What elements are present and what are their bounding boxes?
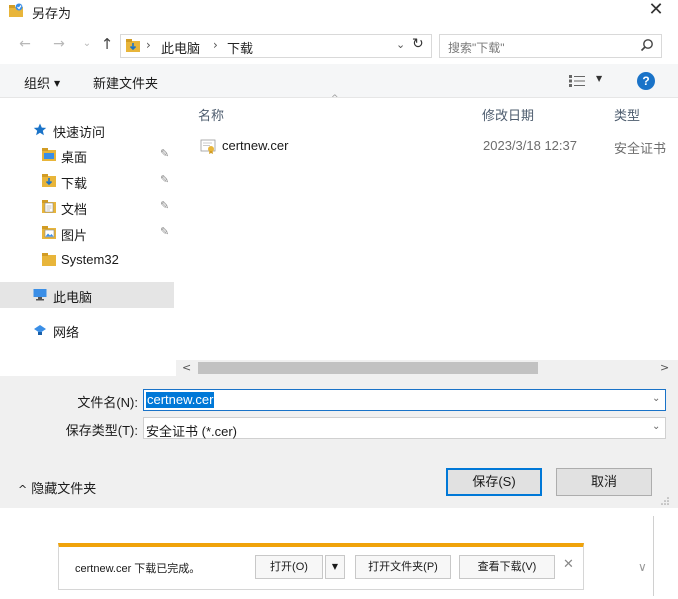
- organize-menu-button[interactable]: 组织 ▼: [24, 73, 60, 92]
- filetype-dropdown-icon[interactable]: ⌄: [652, 421, 660, 432]
- filetype-select[interactable]: 安全证书 (*.cer) ⌄: [143, 417, 666, 439]
- close-icon[interactable]: ✕: [563, 557, 574, 572]
- filename-field[interactable]: certnew.cer ⌄: [143, 389, 666, 411]
- sidebar-item-system32[interactable]: System32: [0, 247, 174, 273]
- scroll-left-icon[interactable]: <: [182, 360, 191, 376]
- save-as-icon: [9, 3, 23, 17]
- pin-icon[interactable]: ✎: [160, 147, 169, 160]
- star-icon: [33, 123, 47, 136]
- file-list: 名称 ^ 修改日期 类型 certnew.cer 2023/3/18 12:37…: [176, 94, 678, 360]
- search-input[interactable]: 搜索"下载": [439, 34, 662, 58]
- view-downloads-button[interactable]: 查看下载(V): [459, 555, 555, 579]
- save-button[interactable]: 保存(S): [446, 468, 542, 496]
- chevron-up-icon: ^: [18, 483, 28, 496]
- filename-dropdown-icon[interactable]: ⌄: [652, 393, 660, 404]
- sidebar-item-pictures[interactable]: 图片 ✎: [0, 220, 174, 246]
- view-options-icon[interactable]: [568, 74, 586, 88]
- breadcrumb-chevron-icon: ›: [213, 38, 218, 52]
- filetype-value: 安全证书 (*.cer): [146, 424, 238, 439]
- column-header-name[interactable]: 名称: [198, 105, 224, 124]
- scroll-right-icon[interactable]: >: [660, 360, 669, 376]
- desktop-folder-icon: [42, 148, 56, 161]
- filetype-label: 保存类型(T):: [65, 423, 138, 438]
- hide-folders-toggle[interactable]: ^ 隐藏文件夹: [18, 478, 96, 497]
- chevron-down-icon[interactable]: ∨: [638, 560, 647, 574]
- up-button[interactable]: ↑: [98, 35, 116, 53]
- file-row[interactable]: certnew.cer 2023/3/18 12:37 安全证书: [196, 136, 678, 158]
- command-toolbar: 组织 ▼ 新建文件夹 ▼ ?: [0, 64, 678, 98]
- sidebar-item-label: 文档: [61, 202, 88, 217]
- file-type: 安全证书: [614, 141, 667, 156]
- back-button[interactable]: ←: [16, 35, 34, 53]
- breadcrumb-downloads[interactable]: 下载: [227, 38, 253, 57]
- sidebar-item-desktop[interactable]: 桌面 ✎: [0, 142, 174, 168]
- horizontal-scrollbar[interactable]: < >: [176, 360, 678, 376]
- pin-icon[interactable]: ✎: [160, 225, 169, 238]
- refresh-icon[interactable]: ↻: [412, 36, 424, 52]
- search-placeholder: 搜索"下载": [448, 41, 505, 55]
- file-name: certnew.cer: [222, 138, 289, 153]
- breadcrumb-this-pc[interactable]: 此电脑: [161, 38, 200, 57]
- sidebar-item-this-pc[interactable]: 此电脑: [0, 282, 174, 308]
- help-button[interactable]: ?: [637, 72, 655, 90]
- folder-icon: [42, 253, 56, 266]
- resize-grip-icon[interactable]: [660, 496, 670, 506]
- sidebar-item-label: 此电脑: [53, 290, 93, 305]
- sidebar-item-quick-access[interactable]: 快速访问: [0, 117, 174, 143]
- column-header-type[interactable]: 类型: [614, 105, 640, 124]
- downloads-folder-icon: [126, 39, 140, 52]
- download-message: certnew.cer 下载已完成。: [75, 563, 201, 575]
- sidebar-item-downloads[interactable]: 下载 ✎: [0, 168, 174, 194]
- new-folder-button[interactable]: 新建文件夹: [93, 73, 158, 92]
- sidebar-item-label: 桌面: [61, 150, 88, 165]
- divider: [653, 516, 654, 596]
- filename-value: certnew.cer: [146, 392, 215, 408]
- filename-label: 文件名(N):: [77, 395, 138, 410]
- downloads-folder-icon: [42, 174, 56, 187]
- sidebar-item-label: 图片: [61, 228, 88, 243]
- pin-icon[interactable]: ✎: [160, 173, 169, 186]
- cancel-button[interactable]: 取消: [556, 468, 652, 496]
- scrollbar-thumb[interactable]: [198, 362, 538, 374]
- breadcrumb-chevron-icon: ›: [146, 38, 151, 52]
- documents-folder-icon: [42, 200, 56, 213]
- navigation-pane: 快速访问 桌面 ✎ 下载 ✎ 文档 ✎ 图片 ✎ System32 此电脑 网络: [0, 98, 176, 374]
- caret-down-icon: ▼: [54, 79, 61, 88]
- recent-locations-button[interactable]: ⌄: [78, 35, 96, 53]
- download-notification-bar: certnew.cer 下载已完成。 打开(O) ▼ 打开文件夹(P) 查看下载…: [58, 543, 584, 590]
- sidebar-item-network[interactable]: 网络: [0, 317, 174, 343]
- navigation-bar: ← → ⌄ ↑ › 此电脑 › 下载 ⌄ ↻ 搜索"下载": [0, 31, 678, 59]
- open-folder-button[interactable]: 打开文件夹(P): [355, 555, 451, 579]
- pictures-folder-icon: [42, 226, 56, 239]
- address-dropdown-icon[interactable]: ⌄: [396, 38, 405, 51]
- pin-icon[interactable]: ✎: [160, 199, 169, 212]
- sidebar-item-label: 下载: [61, 176, 88, 191]
- file-modified: 2023/3/18 12:37: [483, 138, 577, 153]
- view-options-caret-icon[interactable]: ▼: [596, 74, 602, 83]
- sidebar-item-documents[interactable]: 文档 ✎: [0, 194, 174, 220]
- browser-download-area: certnew.cer 下载已完成。 打开(O) ▼ 打开文件夹(P) 查看下载…: [0, 508, 678, 599]
- sort-ascending-icon: ^: [331, 94, 339, 104]
- hide-folders-label: 隐藏文件夹: [31, 481, 97, 496]
- column-header-modified[interactable]: 修改日期: [482, 105, 534, 124]
- network-icon: [34, 325, 46, 335]
- sidebar-item-label: System32: [61, 252, 119, 267]
- sidebar-item-label: 网络: [53, 325, 80, 340]
- save-form: 文件名(N): certnew.cer ⌄ 保存类型(T): 安全证书 (*.c…: [0, 376, 678, 508]
- open-dropdown-icon[interactable]: ▼: [325, 555, 345, 579]
- organize-label: 组织: [24, 76, 51, 91]
- window-title: 另存为: [32, 6, 72, 21]
- sidebar-item-label: 快速访问: [53, 125, 106, 140]
- computer-icon: [33, 289, 47, 301]
- address-bar[interactable]: › 此电脑 › 下载 ⌄ ↻: [120, 34, 432, 58]
- title-bar: 另存为 ✕: [0, 0, 678, 22]
- certificate-file-icon: [200, 139, 216, 154]
- forward-button[interactable]: →: [50, 35, 68, 53]
- open-file-button[interactable]: 打开(O): [255, 555, 323, 579]
- search-icon: [640, 39, 653, 52]
- close-window-button[interactable]: ✕: [644, 0, 668, 21]
